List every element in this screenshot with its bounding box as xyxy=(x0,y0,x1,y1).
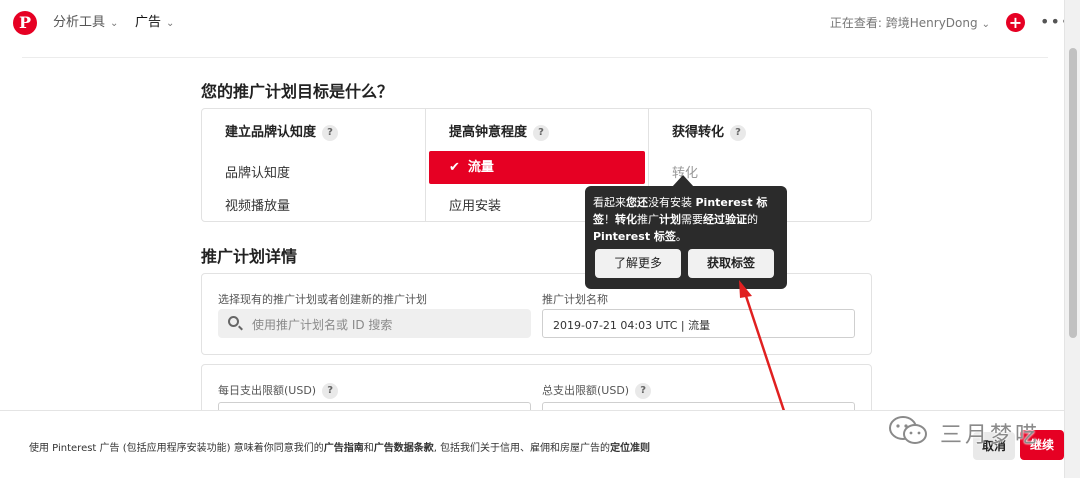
page: P 分析工具⌄ 广告⌄ 正在查看: 跨境HenryDong⌄ + ••• 您的推… xyxy=(0,0,1064,478)
chevron-down-icon: ⌄ xyxy=(110,18,119,29)
objective-option-video-views[interactable]: 视频播放量 xyxy=(225,195,290,214)
viewing-account-label: 正在查看: 跨境HenryDong xyxy=(829,16,978,30)
wechat-icon xyxy=(889,416,927,444)
chevron-down-icon: ⌄ xyxy=(166,18,175,29)
more-dots-icon[interactable]: ••• xyxy=(1040,12,1064,32)
nav-analytics-label: 分析工具 xyxy=(53,15,106,30)
get-tag-button[interactable]: 获取标签 xyxy=(688,249,774,278)
watermark-text: 三月梦呓 xyxy=(940,423,1041,448)
daily-budget-label: 每日支出限额(USD)? xyxy=(218,382,339,399)
objective-option-brand-awareness[interactable]: 品牌认知度 xyxy=(225,162,290,181)
help-icon[interactable]: ? xyxy=(322,383,339,399)
search-placeholder: 使用推广计划名或 ID 搜索 xyxy=(252,318,393,332)
search-icon xyxy=(228,316,239,327)
objective-option-traffic[interactable]: ✔ 流量 xyxy=(429,151,645,184)
header-divider xyxy=(22,57,1048,58)
nav-ads-label: 广告 xyxy=(135,15,162,30)
campaign-details-title: 推广计划详情 xyxy=(201,247,298,266)
campaign-name-field[interactable]: 2019-07-21 04:03 UTC | 流量 xyxy=(542,309,855,338)
objective-option-app-install[interactable]: 应用安装 xyxy=(449,195,501,214)
account-switcher[interactable]: 正在查看: 跨境HenryDong ⌄ xyxy=(830,14,990,34)
nav-analytics[interactable]: 分析工具 ⌄ xyxy=(53,14,118,32)
lifetime-budget-label: 总支出限额(USD)? xyxy=(542,382,652,399)
objective-column-awareness: 建立品牌认知度? 品牌认知度 视频播放量 xyxy=(202,109,425,221)
check-icon: ✔ xyxy=(449,160,460,175)
existing-campaign-label: 选择现有的推广计划或者创建新的推广计划 xyxy=(218,293,427,306)
terms-notice: 使用 Pinterest 广告 (包括应用程序安装功能) 意味着你同意我们的广告… xyxy=(29,443,651,454)
objective-heading: 建立品牌认知度? xyxy=(225,121,339,141)
learn-more-button[interactable]: 了解更多 xyxy=(595,249,681,278)
objective-heading: 提高钟意程度? xyxy=(449,121,550,141)
tooltip-message: 看起来您还没有安装 Pinterest 标签！转化推广计划需要经过验证的 Pin… xyxy=(593,196,768,243)
help-icon[interactable]: ? xyxy=(533,125,550,141)
plus-icon[interactable]: + xyxy=(1006,13,1025,32)
help-icon[interactable]: ? xyxy=(635,383,652,399)
page-scrollbar[interactable] xyxy=(1064,0,1080,478)
objective-title: 您的推广计划目标是什么？ xyxy=(201,82,394,101)
scrollbar-thumb[interactable] xyxy=(1069,48,1077,338)
help-icon[interactable]: ? xyxy=(322,125,339,141)
help-icon[interactable]: ? xyxy=(730,125,747,141)
chevron-down-icon: ⌄ xyxy=(981,19,990,30)
pinterest-tag-tooltip: 看起来您还没有安装 Pinterest 标签！转化推广计划需要经过验证的 Pin… xyxy=(585,186,787,289)
objective-heading: 获得转化? xyxy=(672,121,747,141)
campaign-search-input[interactable]: 使用推广计划名或 ID 搜索 xyxy=(218,309,531,338)
nav-ads[interactable]: 广告 ⌄ xyxy=(135,14,174,32)
top-bar: P 分析工具⌄ 广告⌄ 正在查看: 跨境HenryDong⌄ + ••• xyxy=(0,0,1064,46)
campaign-name-label: 推广计划名称 xyxy=(542,293,608,306)
pinterest-logo-icon[interactable]: P xyxy=(13,11,37,35)
